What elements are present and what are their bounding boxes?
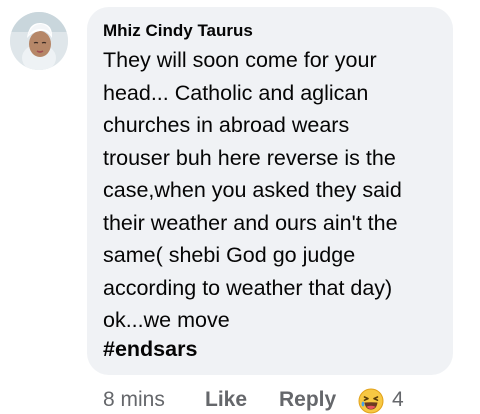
comment-timestamp[interactable]: 8 mins [103,388,165,412]
comment-line: their weather and ours ain't the [103,210,398,235]
comment-line: trouser buh here reverse is the [103,145,396,170]
comment-line: head... Catholic and aglican [103,80,369,105]
comment-line: They will soon come for your [103,48,377,72]
like-button[interactable]: Like [205,388,247,412]
comment-text: They will soon come for your head... Cat… [103,44,402,337]
comment-bubble: Mhiz Cindy Taurus They will soon come fo… [87,7,453,375]
laughing-emoji-icon[interactable] [358,388,384,414]
reaction-count[interactable]: 4 [392,388,404,412]
comment-line: same( shebi God go judge [103,243,356,267]
avatar-photo [10,12,68,70]
comment-line: case,when you asked they said [103,178,402,202]
avatar[interactable] [10,12,68,70]
reply-button[interactable]: Reply [279,388,336,412]
comment-line: according to weather that day) [103,275,393,300]
comment-line: churches in abroad wears [103,113,350,137]
comment-author-name[interactable]: Mhiz Cindy Taurus [103,21,253,41]
hashtag-link[interactable]: #endsars [103,337,197,362]
comment-line: ok...we move [103,308,230,332]
